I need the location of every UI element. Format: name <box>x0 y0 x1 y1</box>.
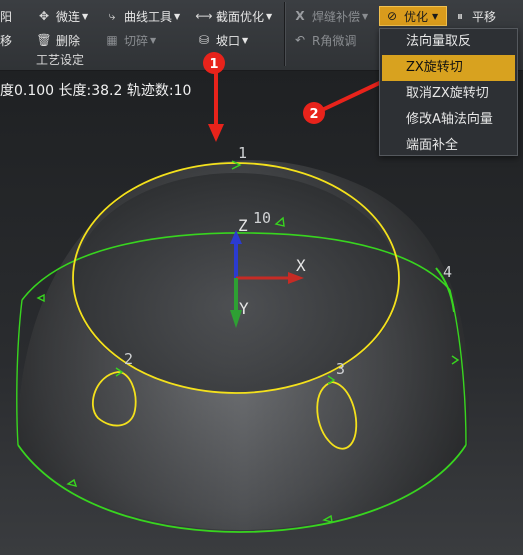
menu-item-end-face-complete[interactable]: 端面补全 <box>380 133 517 159</box>
annotation-marker-1: 1 <box>209 57 218 72</box>
path-label-10: 10 <box>253 209 271 227</box>
path-label-1: 1 <box>238 144 247 162</box>
path-label-2: 2 <box>124 350 133 368</box>
annotation-arrow-1: 1 <box>203 52 225 142</box>
optimize-dropdown-menu: 法向量取反 ZX旋转切 取消ZX旋转切 修改A轴法向量 端面补全 <box>379 28 518 156</box>
axis-label-z: Z <box>238 216 248 235</box>
path-label-3: 3 <box>336 360 345 378</box>
menu-item-zx-rotate-cut[interactable]: ZX旋转切 <box>382 55 515 81</box>
status-readout: 度0.100 长度:38.2 轨迹数:10 <box>0 83 192 99</box>
annotation-marker-2: 2 <box>309 107 318 122</box>
axis-label-x: X <box>296 256 306 275</box>
menu-item-modify-a-axis-normal[interactable]: 修改A轴法向量 <box>380 107 517 133</box>
axis-label-y: Y <box>239 299 249 318</box>
direction-arrow-icon <box>36 293 45 303</box>
menu-item-cancel-zx-rotate-cut[interactable]: 取消ZX旋转切 <box>380 81 517 107</box>
path-label-4: 4 <box>443 263 452 281</box>
menu-item-flip-normal[interactable]: 法向量取反 <box>380 29 517 55</box>
